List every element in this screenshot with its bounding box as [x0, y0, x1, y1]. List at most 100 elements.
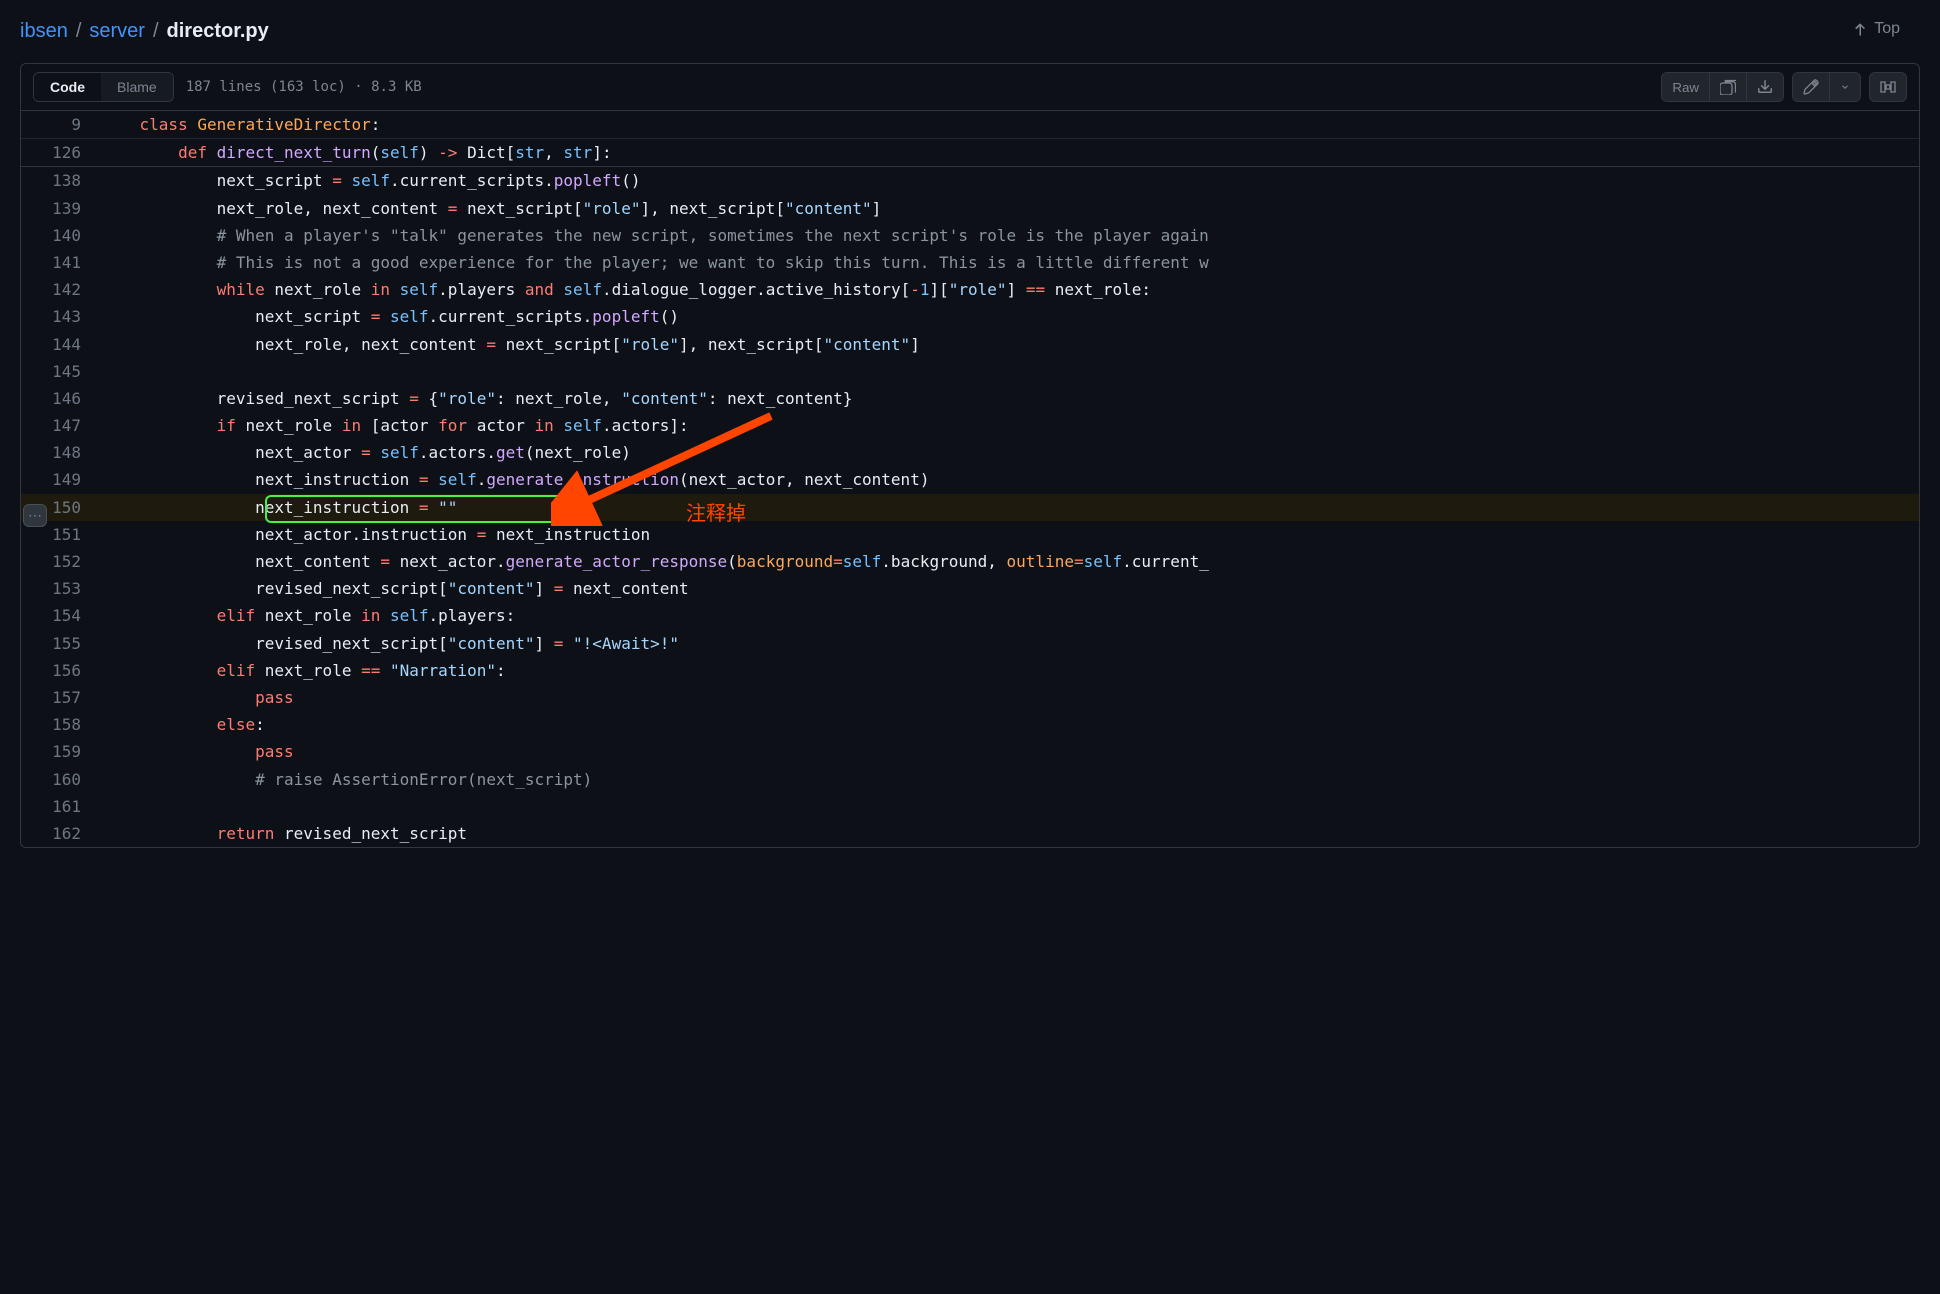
line-number[interactable]: 157	[21, 684, 101, 711]
code-line[interactable]: 146 revised_next_script = {"role": next_…	[21, 385, 1919, 412]
code-line[interactable]: 161	[21, 793, 1919, 820]
code-tab[interactable]: Code	[34, 73, 101, 101]
code-line[interactable]: 162 return revised_next_script	[21, 820, 1919, 847]
chevron-down-icon	[1840, 79, 1850, 95]
line-number[interactable]: 158	[21, 711, 101, 738]
arrow-up-icon	[1852, 21, 1868, 37]
line-number[interactable]: 141	[21, 249, 101, 276]
raw-button[interactable]: Raw	[1662, 73, 1710, 101]
line-number[interactable]: 159	[21, 738, 101, 765]
line-content: next_script = self.current_scripts.pople…	[101, 303, 1919, 330]
line-content: revised_next_script = {"role": next_role…	[101, 385, 1919, 412]
line-content: next_role, next_content = next_script["r…	[101, 331, 1919, 358]
code-line[interactable]: 154 elif next_role in self.players:	[21, 602, 1919, 629]
code-line[interactable]: 9 class GenerativeDirector:	[21, 111, 1919, 139]
line-number[interactable]: 148	[21, 439, 101, 466]
line-number[interactable]: 145	[21, 358, 101, 385]
code-line[interactable]: 155 revised_next_script["content"] = "!<…	[21, 630, 1919, 657]
line-content: next_script = self.current_scripts.pople…	[101, 167, 1919, 194]
view-toggle: Code Blame	[33, 72, 174, 102]
download-icon	[1757, 79, 1773, 95]
line-content: revised_next_script["content"] = "!<Awai…	[101, 630, 1919, 657]
code-line[interactable]: 153 revised_next_script["content"] = nex…	[21, 575, 1919, 602]
edit-button[interactable]	[1793, 73, 1830, 101]
edit-dropdown[interactable]	[1830, 73, 1860, 101]
code-line[interactable]: 156 elif next_role == "Narration":	[21, 657, 1919, 684]
line-number[interactable]: 156	[21, 657, 101, 684]
sticky-lines: 9 class GenerativeDirector:126 def direc…	[21, 111, 1919, 167]
code-line[interactable]: 158 else:	[21, 711, 1919, 738]
line-content: pass	[101, 738, 1919, 765]
line-number[interactable]: 144	[21, 331, 101, 358]
line-content: def direct_next_turn(self) -> Dict[str, …	[101, 139, 1919, 166]
line-number[interactable]: 139	[21, 195, 101, 222]
line-content: class GenerativeDirector:	[101, 111, 1919, 138]
code-line[interactable]: 144 next_role, next_content = next_scrip…	[21, 331, 1919, 358]
line-number[interactable]: 152	[21, 548, 101, 575]
breadcrumb-link-repo[interactable]: ibsen	[20, 20, 68, 43]
line-number[interactable]: 149	[21, 466, 101, 493]
breadcrumb-sep: /	[153, 20, 159, 43]
line-number[interactable]: 155	[21, 630, 101, 657]
line-content: return revised_next_script	[101, 820, 1919, 847]
symbols-icon	[1880, 79, 1896, 95]
copy-button[interactable]	[1710, 73, 1747, 101]
code-line[interactable]: 157 pass	[21, 684, 1919, 711]
line-number[interactable]: 140	[21, 222, 101, 249]
code-line[interactable]: 142 while next_role in self.players and …	[21, 276, 1919, 303]
code-line[interactable]: 138 next_script = self.current_scripts.p…	[21, 167, 1919, 194]
code-line[interactable]: 159 pass	[21, 738, 1919, 765]
code-line[interactable]: 147 if next_role in [actor for actor in …	[21, 412, 1919, 439]
file-header: Code Blame 187 lines (163 loc) · 8.3 KB …	[20, 63, 1920, 111]
breadcrumb-link-folder[interactable]: server	[89, 20, 145, 43]
symbols-button[interactable]	[1869, 72, 1907, 102]
download-button[interactable]	[1747, 73, 1783, 101]
code-box: 9 class GenerativeDirector:126 def direc…	[20, 111, 1920, 848]
line-content: while next_role in self.players and self…	[101, 276, 1919, 303]
line-number[interactable]: 9	[21, 111, 101, 138]
line-number[interactable]: 160	[21, 766, 101, 793]
code-line[interactable]: 152 next_content = next_actor.generate_a…	[21, 548, 1919, 575]
line-content: next_instruction = ""	[101, 494, 1919, 521]
line-number[interactable]: 153	[21, 575, 101, 602]
code-line[interactable]: 139 next_role, next_content = next_scrip…	[21, 195, 1919, 222]
line-number[interactable]: 126	[21, 139, 101, 166]
line-number[interactable]: 138	[21, 167, 101, 194]
code-line[interactable]: 141 # This is not a good experience for …	[21, 249, 1919, 276]
line-number[interactable]: 146	[21, 385, 101, 412]
line-content: pass	[101, 684, 1919, 711]
line-number[interactable]: 143	[21, 303, 101, 330]
line-content: # This is not a good experience for the …	[101, 249, 1919, 276]
pencil-icon	[1803, 79, 1819, 95]
code-line[interactable]: 148 next_actor = self.actors.get(next_ro…	[21, 439, 1919, 466]
line-actions-button[interactable]: ⋯	[23, 504, 47, 527]
code-line[interactable]: 145	[21, 358, 1919, 385]
line-number[interactable]: 154	[21, 602, 101, 629]
code-line[interactable]: 126 def direct_next_turn(self) -> Dict[s…	[21, 139, 1919, 167]
line-content: # When a player's "talk" generates the n…	[101, 222, 1919, 249]
code-lines: 138 next_script = self.current_scripts.p…	[21, 167, 1919, 847]
line-content: next_actor = self.actors.get(next_role)	[101, 439, 1919, 466]
edit-group	[1792, 72, 1861, 102]
line-content: elif next_role in self.players:	[101, 602, 1919, 629]
breadcrumb-sep: /	[76, 20, 82, 43]
code-line[interactable]: 149 next_instruction = self.generate_ins…	[21, 466, 1919, 493]
line-content: else:	[101, 711, 1919, 738]
line-number[interactable]: 161	[21, 793, 101, 820]
line-number[interactable]: 142	[21, 276, 101, 303]
breadcrumb: ibsen / server / director.py	[20, 20, 1920, 43]
code-line[interactable]: 143 next_script = self.current_scripts.p…	[21, 303, 1919, 330]
line-number[interactable]: 147	[21, 412, 101, 439]
line-content: next_content = next_actor.generate_actor…	[101, 548, 1919, 575]
top-label: Top	[1874, 20, 1900, 38]
code-line[interactable]: 160 # raise AssertionError(next_script)	[21, 766, 1919, 793]
top-button[interactable]: Top	[1852, 20, 1900, 38]
blame-tab[interactable]: Blame	[101, 73, 173, 101]
line-number[interactable]: 162	[21, 820, 101, 847]
copy-icon	[1720, 79, 1736, 95]
code-line[interactable]: 140 # When a player's "talk" generates t…	[21, 222, 1919, 249]
line-content: next_instruction = self.generate_instruc…	[101, 466, 1919, 493]
file-info: 187 lines (163 loc) · 8.3 KB	[186, 79, 422, 95]
code-line[interactable]: 151 next_actor.instruction = next_instru…	[21, 521, 1919, 548]
code-line[interactable]: 150 next_instruction = ""	[21, 494, 1919, 521]
